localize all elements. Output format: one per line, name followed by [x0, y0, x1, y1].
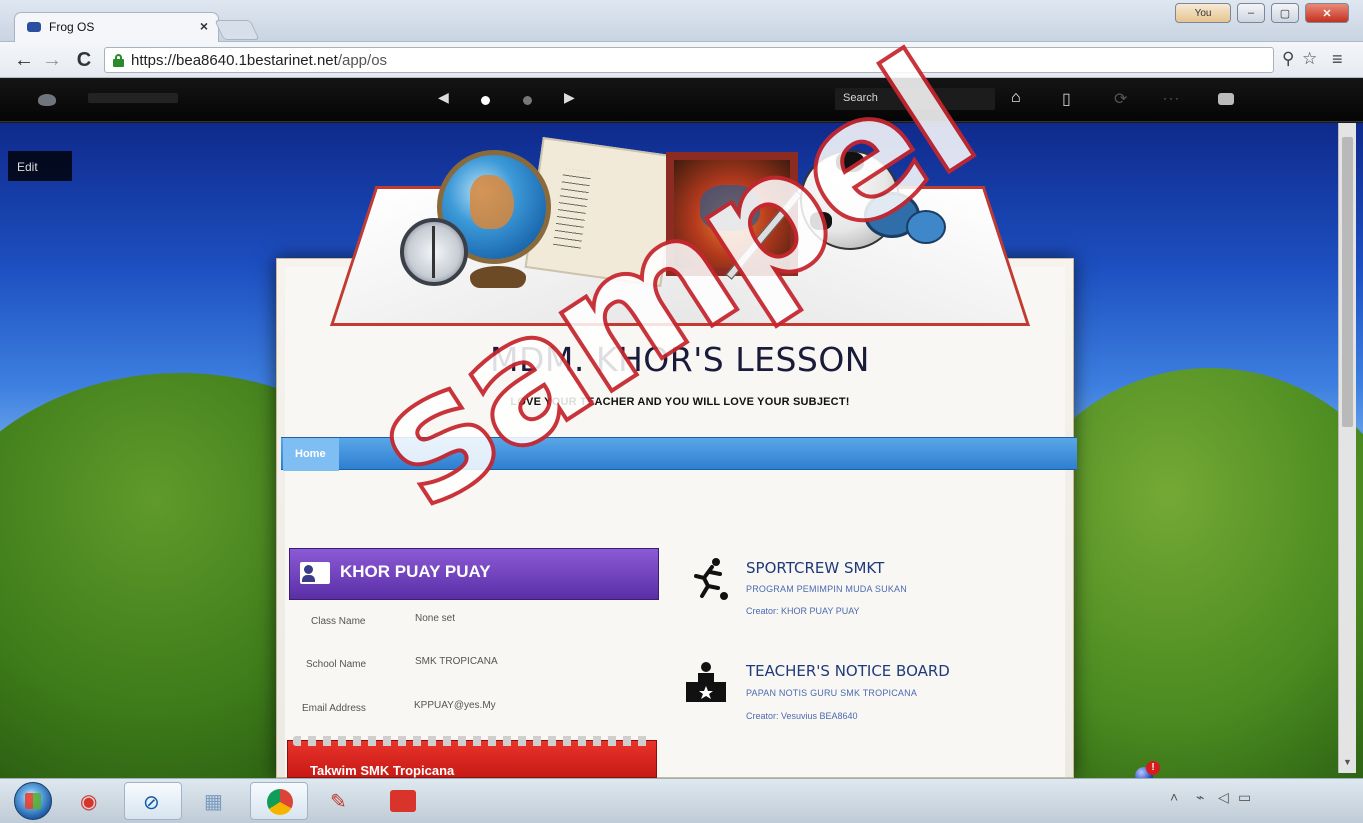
frog-favicon-icon	[27, 22, 41, 32]
apps-icon[interactable]: ▯	[1062, 89, 1071, 109]
hamburger-icon[interactable]: ≡	[1332, 49, 1343, 70]
chat-icon[interactable]	[1218, 93, 1234, 105]
item-desc-notice-board: PAPAN NOTIS GURU SMK TROPICANA	[746, 688, 918, 698]
profile-button[interactable]: You	[1175, 3, 1231, 23]
browser-tabstrip: Frog OS × You – ▢ ✕	[0, 0, 1363, 42]
carousel-next-button[interactable]: ▶	[564, 89, 575, 106]
url-text[interactable]: https://bea8640.1bestarinet.net/app/os	[131, 52, 387, 69]
item-creator-sportcrew[interactable]: Creator: KHOR PUAY PUAY	[746, 606, 860, 616]
item-title-sportcrew[interactable]: SPORTCREW SMKT	[746, 559, 884, 577]
home-icon[interactable]: ⌂	[1011, 89, 1021, 107]
network-icon[interactable]: ⌁	[1196, 789, 1204, 806]
frog-os-topbar: ◀ ▶ Search ⌂ ▯ ⟳ ···	[0, 78, 1363, 122]
media-player-icon: ◉	[80, 791, 98, 813]
tab-close-icon[interactable]: ×	[200, 18, 208, 34]
chrome-button[interactable]	[250, 782, 308, 820]
system-tray: ˄ ⌁ ◁ ▭	[1130, 783, 1360, 819]
new-tab-button[interactable]	[214, 20, 260, 40]
browser-toolbar: ← → C https://bea8640.1bestarinet.net/ap…	[0, 42, 1363, 78]
reload-button[interactable]: C	[72, 48, 96, 72]
avatar-body	[302, 575, 315, 582]
back-button[interactable]: ←	[12, 48, 36, 72]
office-button[interactable]	[374, 782, 432, 820]
paint-icon: ✎	[330, 791, 347, 813]
paint-button[interactable]: ✎	[312, 782, 370, 820]
forward-button[interactable]: →	[40, 48, 64, 72]
window-controls: You – ▢ ✕	[1175, 3, 1349, 23]
screen: Frog OS × You – ▢ ✕ ← → C https://bea864…	[0, 0, 1363, 823]
frog-logo-icon[interactable]	[38, 94, 56, 106]
avatar-head	[304, 565, 313, 574]
chrome-icon	[267, 789, 293, 815]
sync-icon[interactable]: ⟳	[1114, 89, 1127, 109]
school-name-label: School Name	[306, 659, 367, 670]
magnifier-icon[interactable]: ⚲	[1282, 49, 1294, 69]
profile-name: KHOR PUAY PUAY	[340, 562, 491, 581]
office-icon	[390, 790, 416, 812]
url-host: https://bea8640.1bestarinet.net	[131, 52, 338, 69]
documents-button[interactable]: ▦	[186, 782, 244, 820]
page-scrollbar[interactable]: ▼	[1338, 123, 1356, 773]
browser-tab[interactable]: Frog OS ×	[14, 12, 219, 42]
compass-needle	[432, 226, 435, 278]
volume-icon[interactable]: ◁	[1218, 789, 1229, 806]
close-window-button[interactable]: ✕	[1305, 3, 1349, 23]
maximize-button[interactable]: ▢	[1271, 3, 1299, 23]
email-value: KPPUAY@yes.My	[414, 700, 496, 711]
hp-icon: ⊘	[143, 792, 160, 814]
calendar-rings	[293, 736, 653, 746]
teacher-desk-icon[interactable]	[684, 660, 728, 704]
item-desc-sportcrew: PROGRAM PEMIMPIN MUDA SUKAN	[746, 584, 907, 594]
address-bar[interactable]: https://bea8640.1bestarinet.net/app/os	[104, 47, 1274, 73]
email-label: Email Address	[302, 703, 366, 714]
item-title-notice-board[interactable]: TEACHER'S NOTICE BOARD	[746, 662, 950, 680]
runner-icon[interactable]	[686, 556, 730, 600]
star-icon[interactable]: ☆	[1302, 49, 1317, 69]
battery-icon[interactable]: ▭	[1238, 789, 1251, 806]
nav-home-link[interactable]: Home	[283, 438, 339, 471]
carousel-dot[interactable]	[523, 96, 532, 105]
class-name-label: Class Name	[311, 616, 366, 627]
more-icon[interactable]: ···	[1163, 91, 1181, 105]
tray-arrow-icon[interactable]: ˄	[1170, 789, 1178, 805]
tab-title: Frog OS	[49, 20, 95, 34]
school-name-value: SMK TROPICANA	[415, 656, 498, 667]
media-player-button[interactable]: ◉	[62, 782, 120, 820]
windows-taskbar: ◉ ⊘ ▦ ✎ ˄ ⌁ ◁ ▭	[0, 778, 1363, 823]
carousel-dot-active[interactable]	[481, 96, 490, 105]
calendar-title[interactable]: Takwim SMK Tropicana	[310, 763, 454, 778]
class-name-value: None set	[415, 613, 456, 624]
url-path: /app/os	[337, 52, 388, 69]
edit-button[interactable]: Edit	[8, 151, 72, 181]
notification-badge: !	[1146, 761, 1160, 775]
windows-logo-icon	[25, 793, 41, 809]
user-menu[interactable]	[88, 93, 178, 103]
scroll-thumb[interactable]	[1342, 137, 1353, 427]
carousel-prev-button[interactable]: ◀	[438, 89, 449, 106]
lock-icon	[113, 54, 124, 67]
documents-icon: ▦	[204, 791, 223, 813]
minimize-button[interactable]: –	[1237, 3, 1265, 23]
item-creator-notice-board[interactable]: Creator: Vesuvius BEA8640	[746, 711, 858, 721]
hp-button[interactable]: ⊘	[124, 782, 182, 820]
scroll-down-icon[interactable]: ▼	[1343, 757, 1352, 767]
